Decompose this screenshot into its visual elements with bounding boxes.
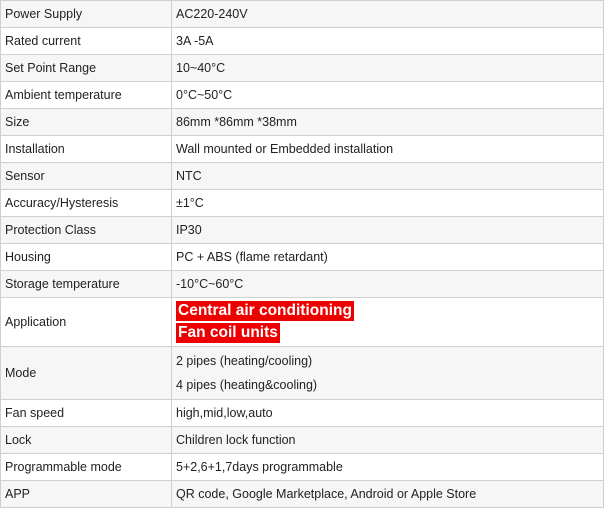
row-label: Mode [1, 347, 172, 400]
row-label: Sensor [1, 163, 172, 190]
row-label: Programmable mode [1, 454, 172, 481]
row-label: Power Supply [1, 1, 172, 28]
row-label: Lock [1, 427, 172, 454]
row-value: ±1°C [172, 190, 604, 217]
row-value: AC220-240V [172, 1, 604, 28]
table-row: Ambient temperature 0°C~50°C [1, 82, 604, 109]
row-label: Fan speed [1, 400, 172, 427]
highlight-text: Central air conditioning [176, 301, 354, 321]
table-row: Lock Children lock function [1, 427, 604, 454]
row-label: Housing [1, 244, 172, 271]
table-row: Size 86mm *86mm *38mm [1, 109, 604, 136]
table-row: Installation Wall mounted or Embedded in… [1, 136, 604, 163]
row-value: 10~40°C [172, 55, 604, 82]
row-value: 0°C~50°C [172, 82, 604, 109]
row-value: 3A -5A [172, 28, 604, 55]
row-value: -10°C~60°C [172, 271, 604, 298]
row-label: Size [1, 109, 172, 136]
row-value: NTC [172, 163, 604, 190]
row-value: PC + ABS (flame retardant) [172, 244, 604, 271]
row-label: Application [1, 298, 172, 347]
highlight-text: Fan coil units [176, 323, 280, 343]
table-row: Power Supply AC220-240V [1, 1, 604, 28]
table-row: Application Central air conditioning Fan… [1, 298, 604, 347]
row-value: Central air conditioning Fan coil units [172, 298, 604, 347]
row-label: Protection Class [1, 217, 172, 244]
row-label: Accuracy/Hysteresis [1, 190, 172, 217]
row-value: Wall mounted or Embedded installation [172, 136, 604, 163]
row-value: high,mid,low,auto [172, 400, 604, 427]
row-label: Installation [1, 136, 172, 163]
table-row: Programmable mode 5+2,6+1,7days programm… [1, 454, 604, 481]
value-line: 2 pipes (heating/cooling) [176, 354, 313, 368]
row-label: Ambient temperature [1, 82, 172, 109]
row-value: IP30 [172, 217, 604, 244]
row-label: Rated current [1, 28, 172, 55]
row-value: 5+2,6+1,7days programmable [172, 454, 604, 481]
row-value: 2 pipes (heating/cooling) 4 pipes (heati… [172, 347, 604, 400]
table-row: Sensor NTC [1, 163, 604, 190]
table-row: Housing PC + ABS (flame retardant) [1, 244, 604, 271]
row-label: Storage temperature [1, 271, 172, 298]
value-line: 4 pipes (heating&cooling) [176, 378, 318, 392]
table-row: Protection Class IP30 [1, 217, 604, 244]
table-row: Set Point Range 10~40°C [1, 55, 604, 82]
row-value: 86mm *86mm *38mm [172, 109, 604, 136]
table-row: Accuracy/Hysteresis ±1°C [1, 190, 604, 217]
table-row: Fan speed high,mid,low,auto [1, 400, 604, 427]
row-label: Set Point Range [1, 55, 172, 82]
table-row: Rated current 3A -5A [1, 28, 604, 55]
row-value: Children lock function [172, 427, 604, 454]
table-row: Mode 2 pipes (heating/cooling) 4 pipes (… [1, 347, 604, 400]
table-row: Storage temperature -10°C~60°C [1, 271, 604, 298]
specification-table: Power Supply AC220-240V Rated current 3A… [0, 0, 604, 508]
